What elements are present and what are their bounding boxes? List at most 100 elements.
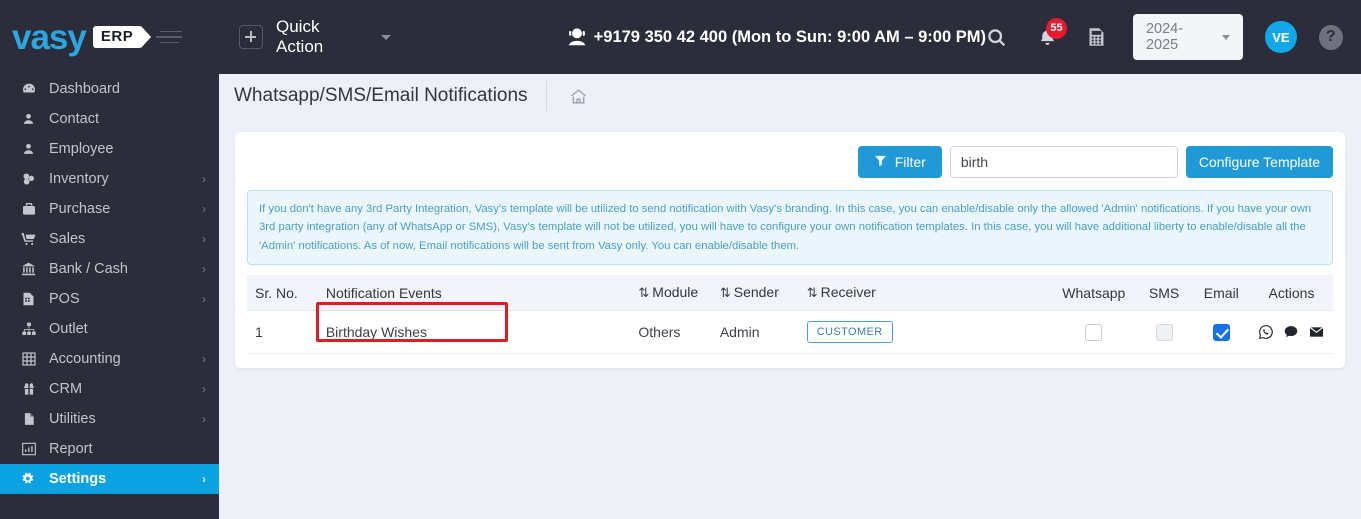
sidebar-item-label: Outlet bbox=[49, 321, 88, 337]
chevron-right-icon: › bbox=[202, 232, 206, 246]
cell-sms-toggle bbox=[1135, 310, 1193, 355]
table-header: Sr. No. Notification Events ⇅ Module ⇅ Sen… bbox=[247, 274, 1333, 312]
column-header-notification-events[interactable]: Notification Events bbox=[317, 274, 631, 312]
sidebar-item-label: Contact bbox=[49, 111, 99, 127]
sidebar-item-dashboard[interactable]: Dashboard bbox=[0, 74, 219, 104]
sort-icon[interactable]: ⇅ bbox=[638, 285, 649, 301]
file-icon bbox=[18, 411, 39, 427]
column-header-sr-no: Sr. No. bbox=[247, 274, 318, 312]
column-header-receiver[interactable]: ⇅ Receiver bbox=[798, 274, 1053, 312]
sidebar-item-purchase[interactable]: Purchase › bbox=[0, 194, 219, 224]
plus-square-icon[interactable] bbox=[239, 25, 263, 49]
sidebar-item-label: Employee bbox=[49, 141, 114, 157]
application-window: vasy ERP Quick Action +9179 350 42 400 (… bbox=[0, 0, 1361, 519]
cart-icon bbox=[18, 231, 39, 247]
gift-icon bbox=[18, 381, 39, 397]
cell-whatsapp-toggle bbox=[1052, 310, 1136, 355]
fiscal-year-selector[interactable]: 2024-2025 bbox=[1132, 14, 1244, 60]
chevron-right-icon: › bbox=[202, 472, 206, 486]
sms-chat-icon[interactable] bbox=[1283, 324, 1299, 340]
sidebar-item-label: Utilities bbox=[49, 411, 96, 427]
sidebar-item-outlet[interactable]: Outlet bbox=[0, 314, 219, 344]
bar-chart-icon bbox=[18, 441, 39, 457]
help-icon[interactable]: ? bbox=[1318, 24, 1343, 50]
top-right-actions: 55 2024-2025 VE ? bbox=[986, 14, 1361, 60]
column-header-sender[interactable]: ⇅ Sender bbox=[711, 274, 799, 312]
home-icon[interactable] bbox=[569, 87, 588, 106]
filter-button-label: Filter bbox=[894, 154, 926, 170]
chevron-down-icon[interactable] bbox=[380, 34, 391, 40]
sidebar-item-pos[interactable]: POS › bbox=[0, 284, 219, 314]
sidebar-item-employee[interactable]: Employee bbox=[0, 134, 219, 164]
hamburger-icon[interactable] bbox=[156, 30, 183, 44]
page-title: Whatsapp/SMS/Email Notifications bbox=[234, 85, 528, 106]
sidebar-item-label: Inventory bbox=[49, 171, 109, 187]
email-icon[interactable] bbox=[1308, 324, 1325, 340]
chevron-right-icon: › bbox=[202, 262, 206, 276]
cell-sender: Admin bbox=[711, 310, 799, 355]
sidebar-item-accounting[interactable]: Accounting › bbox=[0, 344, 219, 374]
sidebar-item-inventory[interactable]: Inventory › bbox=[0, 164, 219, 194]
sort-icon[interactable]: ⇅ bbox=[807, 285, 818, 301]
column-header-sms: SMS bbox=[1135, 274, 1193, 312]
receipt-icon bbox=[18, 291, 39, 307]
email-checkbox[interactable] bbox=[1212, 324, 1230, 342]
briefcase-icon bbox=[18, 201, 39, 217]
support-contact: +9179 350 42 400 (Mon to Sun: 9:00 AM – … bbox=[566, 26, 986, 48]
sidebar-item-report[interactable]: Report bbox=[0, 434, 219, 464]
sidebar-item-crm[interactable]: CRM › bbox=[0, 374, 219, 404]
chevron-right-icon: › bbox=[202, 352, 206, 366]
notifications-card: Filter Configure Template If you don't h… bbox=[235, 132, 1345, 369]
cell-actions bbox=[1250, 310, 1333, 355]
table-header-row: Sr. No. Notification Events ⇅ Module ⇅ Sen… bbox=[247, 274, 1333, 312]
bell-icon[interactable]: 55 bbox=[1037, 17, 1067, 48]
search-icon[interactable] bbox=[986, 27, 1007, 48]
cell-notification-event: Birthday Wishes bbox=[315, 302, 631, 355]
column-header-actions: Actions bbox=[1250, 274, 1333, 312]
sidebar-item-label: Report bbox=[49, 441, 93, 457]
sidebar-item-contact[interactable]: Contact bbox=[0, 104, 219, 134]
cell-sr-no: 1 bbox=[247, 310, 318, 355]
avatar[interactable]: VE bbox=[1265, 21, 1297, 53]
notification-count-badge: 55 bbox=[1045, 17, 1067, 39]
whatsapp-icon[interactable] bbox=[1258, 324, 1274, 340]
support-phone-text: +9179 350 42 400 (Mon to Sun: 9:00 AM – … bbox=[593, 27, 986, 46]
column-header-whatsapp: Whatsapp bbox=[1052, 274, 1136, 312]
configure-template-button[interactable]: Configure Template bbox=[1185, 146, 1333, 178]
sidebar-item-label: Sales bbox=[49, 231, 86, 247]
table-row: 1 Birthday Wishes Others Admin CUSTOMER bbox=[247, 302, 1333, 355]
user-icon bbox=[18, 141, 39, 157]
chevron-right-icon: › bbox=[202, 382, 206, 396]
sidebar-item-utilities[interactable]: Utilities › bbox=[0, 404, 219, 434]
column-label: Notification Events bbox=[325, 284, 442, 301]
column-header-module[interactable]: ⇅ Module bbox=[630, 274, 712, 312]
status-badge: CUSTOMER bbox=[806, 321, 893, 344]
sidebar-item-bank-cash[interactable]: Bank / Cash › bbox=[0, 254, 219, 284]
fiscal-year-value: 2024-2025 bbox=[1145, 21, 1184, 53]
logo-erp-tag: ERP bbox=[92, 26, 152, 49]
funnel-icon bbox=[874, 154, 887, 170]
cell-receiver: CUSTOMER bbox=[798, 310, 1053, 355]
column-label: Module bbox=[652, 283, 699, 300]
sidebar-item-sales[interactable]: Sales › bbox=[0, 224, 219, 254]
boxes-icon bbox=[18, 171, 39, 187]
filter-button[interactable]: Filter bbox=[857, 146, 942, 178]
grid-icon bbox=[18, 351, 39, 367]
brand-area: vasy ERP bbox=[0, 0, 219, 74]
chevron-right-icon: › bbox=[202, 172, 206, 186]
top-navigation-bar: vasy ERP Quick Action +9179 350 42 400 (… bbox=[0, 0, 1361, 74]
sidebar-item-label: Purchase bbox=[49, 201, 111, 217]
sidebar-item-label: Bank / Cash bbox=[49, 261, 128, 277]
sms-checkbox[interactable] bbox=[1155, 324, 1173, 342]
sort-icon[interactable]: ⇅ bbox=[720, 285, 731, 301]
column-header-email: Email bbox=[1192, 274, 1250, 312]
column-label: Sender bbox=[733, 283, 779, 300]
search-input[interactable] bbox=[949, 146, 1178, 178]
calculator-icon[interactable] bbox=[1086, 26, 1107, 48]
speedometer-icon bbox=[18, 81, 39, 97]
whatsapp-checkbox[interactable] bbox=[1085, 324, 1103, 342]
main-content: Whatsapp/SMS/Email Notifications Filter … bbox=[219, 74, 1361, 519]
bank-icon bbox=[18, 261, 39, 277]
quick-action-button[interactable]: Quick Action bbox=[276, 17, 370, 57]
sidebar-item-settings[interactable]: Settings › bbox=[0, 464, 219, 494]
